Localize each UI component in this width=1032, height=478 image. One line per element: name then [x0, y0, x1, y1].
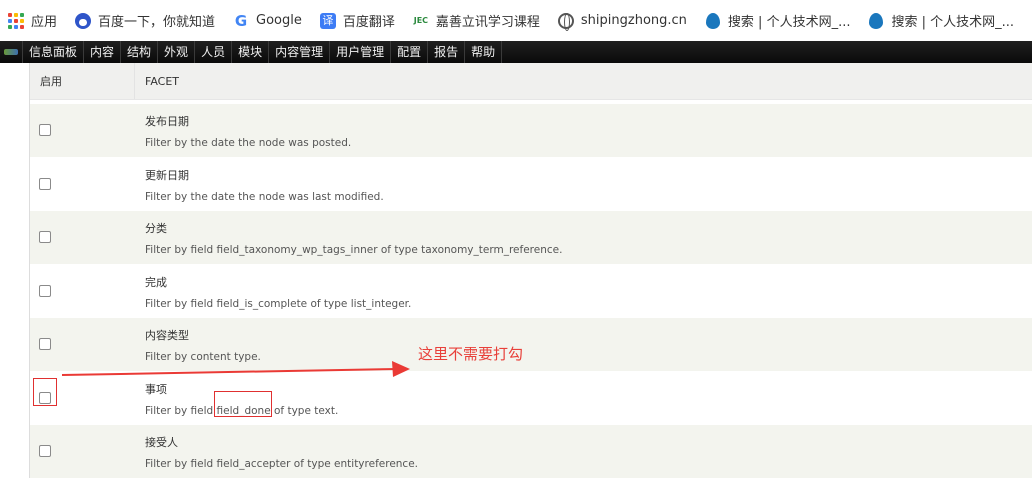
annotation-arrow — [61, 361, 410, 377]
annotation-highlight-field-name — [214, 391, 272, 417]
annotation-label: 这里不需要打勾 — [418, 345, 524, 363]
annotation-highlight-checkbox — [33, 378, 57, 406]
